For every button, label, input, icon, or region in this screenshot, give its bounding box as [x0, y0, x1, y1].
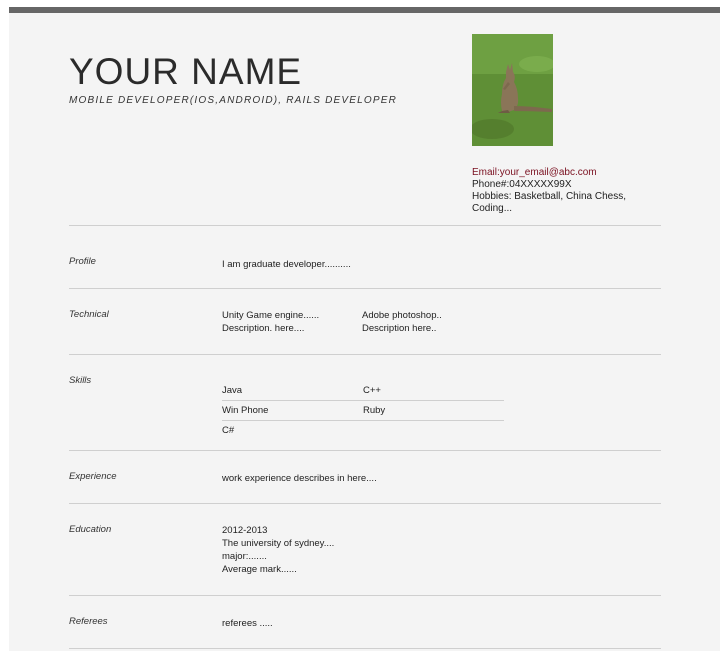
section-divider [69, 648, 661, 649]
education-line: major:....... [222, 551, 267, 562]
resume-page: YOUR NAME MOBILE DEVELOPER(IOS,ANDROID),… [9, 7, 720, 651]
technical-item: Unity Game engine...... Description. her… [222, 309, 319, 335]
education-details: 2012-2013 The university of sydney.... m… [222, 524, 334, 576]
email-text: Email:your_email@abc.com [472, 167, 597, 178]
section-divider [69, 450, 661, 451]
referees-label: Referees [69, 616, 108, 627]
education-line: The university of sydney.... [222, 538, 335, 549]
skill-cell: Ruby [363, 400, 504, 421]
education-line: 2012-2013 [222, 525, 268, 536]
skill-cell: Java [222, 381, 363, 401]
technical-item-title: Adobe photoshop.. [362, 310, 442, 321]
profile-photo [472, 34, 553, 146]
skills-row: C# [222, 421, 504, 441]
skill-cell: C++ [363, 381, 504, 401]
skills-row: Java C++ [222, 381, 504, 401]
technical-item-desc: Description here.. [362, 323, 437, 334]
skill-cell [363, 421, 504, 441]
technical-item-desc: Description. here.... [222, 323, 305, 334]
technical-item: Adobe photoshop.. Description here.. [362, 309, 442, 335]
education-label: Education [69, 524, 112, 535]
technical-label: Technical [69, 309, 109, 320]
profile-text: I am graduate developer.......... [222, 259, 351, 270]
hobbies-text-line2: Coding... [472, 203, 513, 214]
referees-text: referees ..... [222, 618, 273, 629]
section-divider [69, 225, 661, 226]
section-divider [69, 595, 661, 596]
hobbies-text-line1: Hobbies: Basketball, China Chess, [472, 191, 626, 202]
experience-text: work experience describes in here.... [222, 473, 377, 484]
contact-info: Email:your_email@abc.com Phone#:04XXXXX9… [472, 167, 672, 215]
skills-label: Skills [69, 375, 92, 386]
resume-name: YOUR NAME [69, 51, 303, 92]
section-divider [69, 288, 661, 289]
section-divider [69, 503, 661, 504]
kangaroo-photo-image [472, 34, 553, 146]
skills-row: Win Phone Ruby [222, 400, 504, 421]
skill-cell: Win Phone [222, 400, 363, 421]
section-divider [69, 354, 661, 355]
phone-text: Phone#:04XXXXX99X [472, 179, 572, 190]
resume-subtitle: MOBILE DEVELOPER(IOS,ANDROID), RAILS DEV… [69, 95, 398, 106]
experience-label: Experience [69, 471, 117, 482]
skills-table: Java C++ Win Phone Ruby C# [222, 381, 504, 440]
profile-label: Profile [69, 256, 96, 267]
skill-cell: C# [222, 425, 235, 436]
technical-item-title: Unity Game engine...... [222, 310, 320, 321]
education-line: Average mark...... [222, 564, 297, 575]
